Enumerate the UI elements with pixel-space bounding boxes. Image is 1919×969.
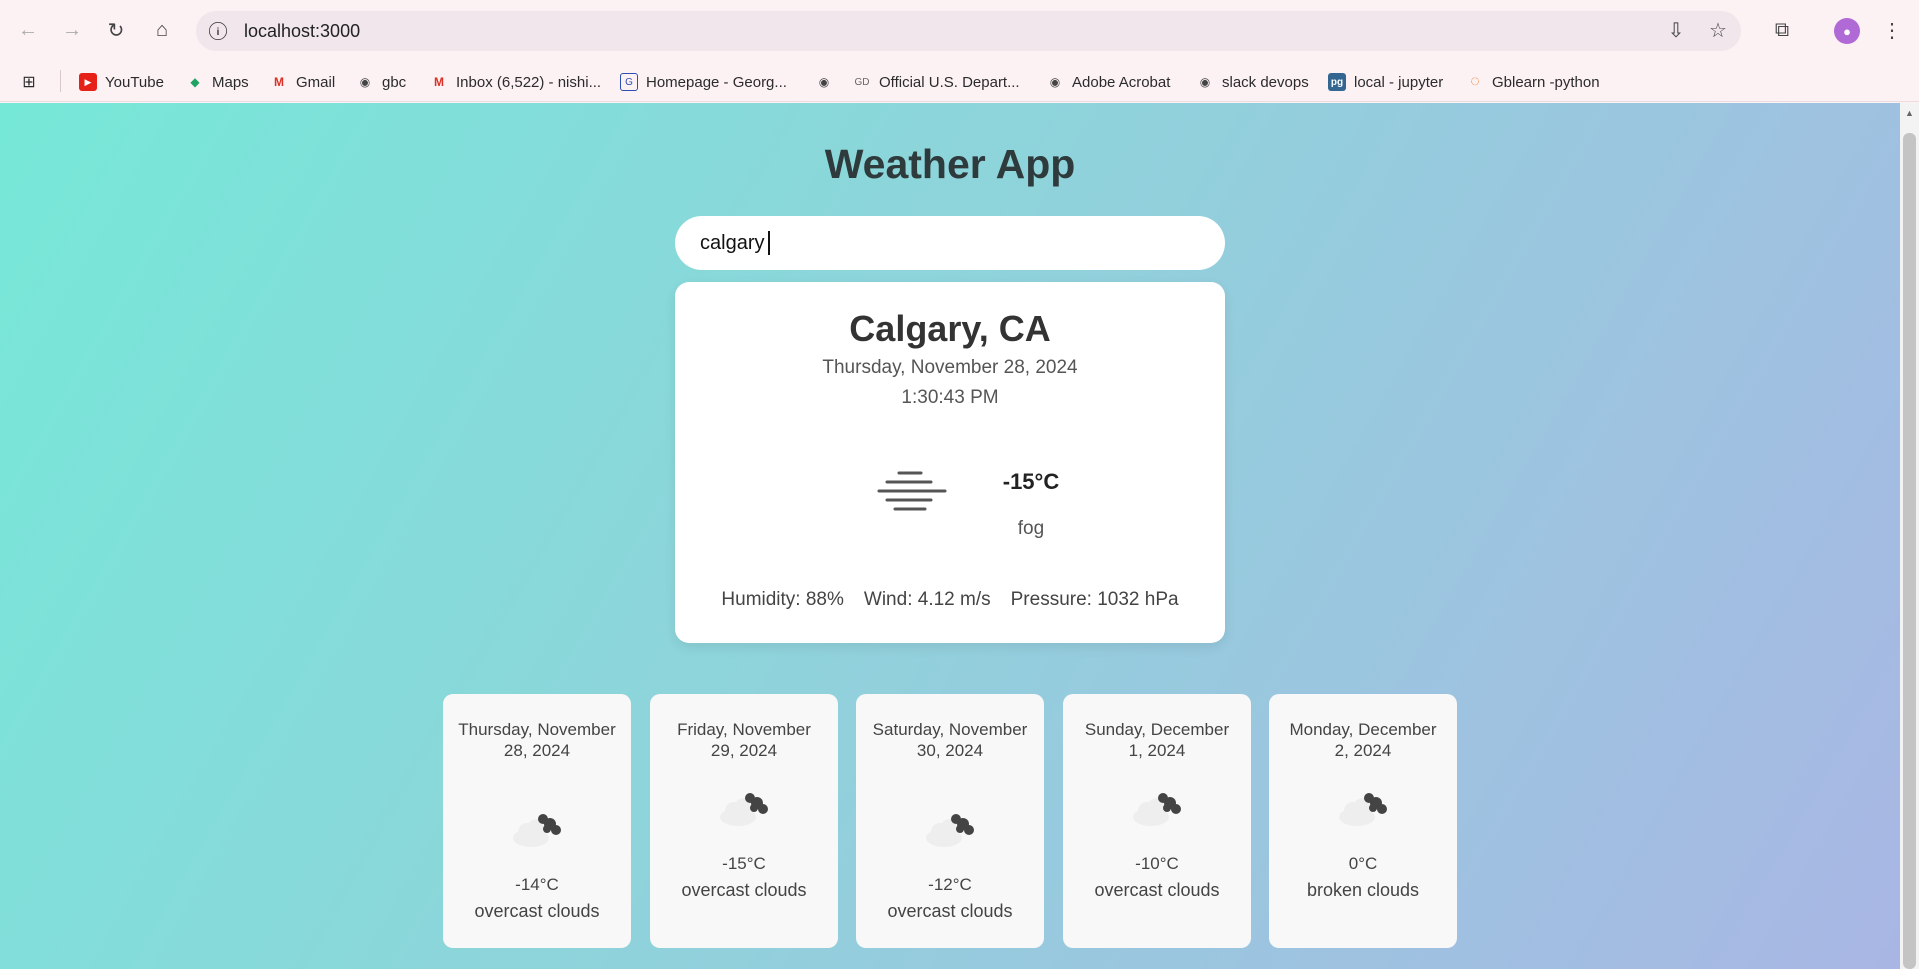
bookmark-georgian-homepage[interactable]: G Homepage - Georg... bbox=[620, 68, 787, 96]
forecast-date: Thursday, November 28, 2024 bbox=[458, 720, 616, 760]
bookmark-youtube[interactable]: ▶ YouTube bbox=[79, 68, 164, 96]
overcast-clouds-icon bbox=[720, 793, 768, 826]
current-date: Thursday, November 28, 2024 bbox=[822, 357, 1078, 378]
wind-stat: Wind: 4.12 m/s bbox=[863, 589, 991, 610]
current-weather-card: Calgary, CA Thursday, November 28, 2024 … bbox=[675, 282, 1225, 643]
forecast-temperature: -10°C bbox=[1135, 854, 1179, 873]
pressure-stat: Pressure: 1032 hPa bbox=[1010, 589, 1179, 610]
install-app-icon[interactable]: ⇩ bbox=[1660, 14, 1692, 46]
forecast-description: overcast clouds bbox=[474, 901, 600, 921]
overcast-clouds-icon bbox=[513, 814, 561, 847]
forecast-date: Monday, December 2, 2024 bbox=[1289, 720, 1437, 760]
forward-arrow-icon[interactable]: → bbox=[56, 14, 88, 46]
gov-icon: GD bbox=[854, 76, 870, 88]
bookmark-gmail[interactable]: M Gmail bbox=[270, 68, 335, 96]
forecast-card: Monday, December 2, 2024 0°C broken clou… bbox=[1269, 694, 1457, 948]
globe-icon: ◉ bbox=[818, 75, 830, 89]
gmail-icon: M bbox=[434, 75, 444, 89]
jupyter-icon: ◌ bbox=[1470, 73, 1480, 90]
forecast-temperature: 0°C bbox=[1348, 854, 1378, 873]
bookmark-gblearn-python[interactable]: ◌ Gblearn -python bbox=[1466, 68, 1599, 96]
forecast-temperature: -12°C bbox=[928, 875, 972, 894]
current-time: 1:30:43 PM bbox=[901, 387, 999, 408]
address-bar-url[interactable]: localhost:3000 bbox=[244, 21, 360, 42]
forecast-card: Sunday, December 1, 2024 -10°C overcast … bbox=[1063, 694, 1251, 948]
fog-icon bbox=[877, 471, 947, 511]
scrollbar-thumb[interactable] bbox=[1903, 133, 1916, 969]
bookmark-star-icon[interactable]: ☆ bbox=[1702, 14, 1734, 46]
text-caret bbox=[768, 231, 770, 255]
overcast-clouds-icon bbox=[926, 814, 974, 847]
current-temperature: -15°C bbox=[1002, 469, 1060, 494]
city-search-input[interactable]: calgary bbox=[675, 216, 1225, 270]
forecast-date: Friday, November 29, 2024 bbox=[677, 720, 811, 760]
humidity-stat: Humidity: 88% bbox=[721, 589, 844, 610]
forecast-temperature: -15°C bbox=[722, 854, 766, 873]
overcast-clouds-icon bbox=[1133, 793, 1181, 826]
bookmark-gbc[interactable]: ◉ gbc bbox=[356, 68, 406, 96]
search-input-value[interactable]: calgary bbox=[700, 232, 764, 255]
bookmark-maps[interactable]: ◆ Maps bbox=[186, 68, 248, 96]
gmail-icon: M bbox=[274, 75, 284, 89]
app-title: Weather App bbox=[824, 141, 1076, 187]
pg-icon: pg bbox=[1328, 73, 1346, 91]
youtube-icon: ▶ bbox=[79, 73, 97, 91]
extensions-icon[interactable]: ⧉ bbox=[1766, 14, 1798, 46]
city-name: Calgary, CA bbox=[849, 308, 1051, 349]
home-icon[interactable]: ⌂ bbox=[146, 14, 178, 46]
bookmarks-divider bbox=[60, 70, 61, 92]
college-icon: G bbox=[620, 73, 638, 91]
forecast-date: Sunday, December 1, 2024 bbox=[1084, 720, 1230, 760]
bookmark-inbox[interactable]: M Inbox (6,522) - nishi... bbox=[430, 68, 601, 96]
bookmark-adobe-acrobat[interactable]: ◉ Adobe Acrobat bbox=[1046, 68, 1171, 96]
bookmarks-bar: ⊞ ▶ YouTube ◆ Maps M Gmail ◉ gbc M Inbox (6,5… bbox=[0, 62, 1919, 102]
forecast-card: Friday, November 29, 2024 -15°C overcast… bbox=[650, 694, 838, 948]
back-arrow-icon[interactable]: ← bbox=[12, 14, 44, 46]
forecast-temperature: -14°C bbox=[515, 875, 559, 894]
bookmark-slack-devops[interactable]: ◉ slack devops bbox=[1196, 68, 1309, 96]
forecast-card: Saturday, November 30, 2024 -12°C overca… bbox=[856, 694, 1044, 948]
maps-icon: ◆ bbox=[190, 75, 200, 89]
forecast-card: Thursday, November 28, 2024 -14°C overca… bbox=[443, 694, 631, 948]
globe-icon: ◉ bbox=[1199, 75, 1211, 89]
forecast-description: broken clouds bbox=[1306, 880, 1420, 900]
bookmark-untitled[interactable]: ◉ bbox=[815, 68, 841, 96]
forecast-date: Saturday, November 30, 2024 bbox=[872, 720, 1028, 760]
globe-icon: ◉ bbox=[359, 75, 371, 89]
reload-icon[interactable]: ↻ bbox=[100, 14, 132, 46]
forecast-description: overcast clouds bbox=[681, 880, 807, 900]
site-info-icon[interactable]: i bbox=[209, 22, 227, 40]
browser-toolbar: ← → ↻ ⌂ i localhost:3000 ⇩ ☆ ⧉ ● ⋮ bbox=[0, 0, 1919, 62]
current-description: fog bbox=[1017, 518, 1045, 539]
weather-app-page: Weather App calgary Calgary, CA Thursday… bbox=[0, 103, 1900, 969]
profile-avatar[interactable]: ● bbox=[1834, 18, 1860, 44]
apps-grid-icon[interactable]: ⊞ bbox=[20, 68, 46, 96]
bookmark-local-jupyter[interactable]: pg local - jupyter bbox=[1328, 68, 1443, 96]
forecast-description: overcast clouds bbox=[1094, 880, 1220, 900]
globe-icon: ◉ bbox=[1049, 75, 1061, 89]
forecast-row: Thursday, November 28, 2024 -14°C overca… bbox=[443, 694, 1458, 948]
menu-kebab-icon[interactable]: ⋮ bbox=[1876, 14, 1908, 46]
forecast-description: overcast clouds bbox=[887, 901, 1013, 921]
address-bar[interactable]: i localhost:3000 bbox=[196, 11, 1741, 51]
scroll-up-arrow-icon[interactable]: ▲ bbox=[1903, 108, 1916, 118]
bookmark-us-department[interactable]: GD Official U.S. Depart... bbox=[853, 68, 1020, 96]
weather-stats: Humidity: 88% Wind: 4.12 m/s Pressure: 1… bbox=[675, 589, 1225, 611]
broken-clouds-icon bbox=[1339, 793, 1387, 826]
